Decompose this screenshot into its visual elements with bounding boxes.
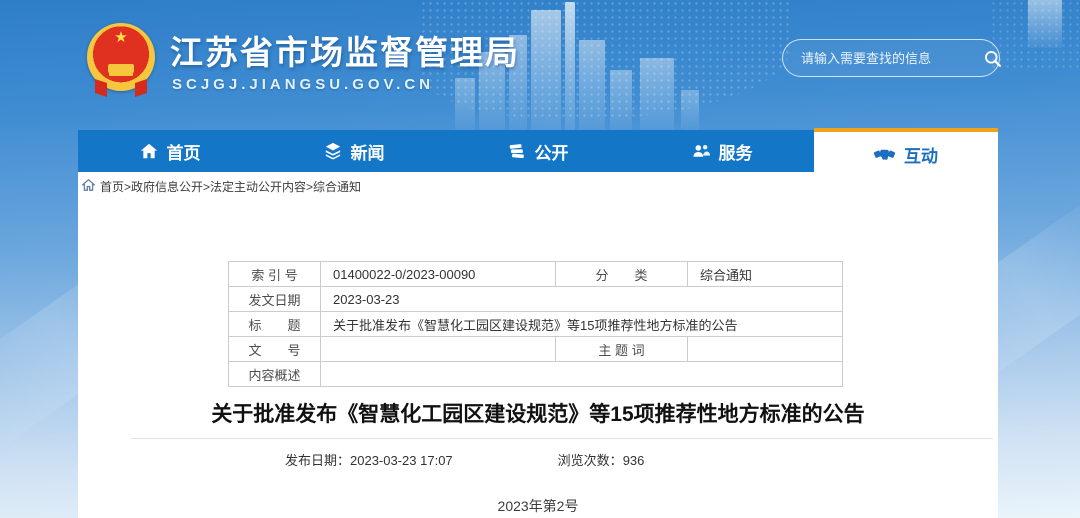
main-navbar: 首页 新闻 公开 (78, 130, 998, 172)
search-box[interactable] (782, 39, 1000, 77)
national-emblem: ★ (87, 23, 155, 91)
service-icon (692, 142, 710, 160)
subject-label: 主 题 词 (556, 337, 688, 362)
breadcrumb[interactable]: 首页>政府信息公开>法定主动公开内容>综合通知 (78, 172, 998, 199)
handshake-icon (874, 146, 895, 162)
table-row: 索 引 号 01400022-0/2023-00090 分 类 综合通知 (229, 262, 843, 287)
index-label: 索 引 号 (229, 262, 321, 287)
nav-item-disclosure[interactable]: 公开 (446, 130, 630, 172)
title-value: 关于批准发布《智慧化工园区建设规范》等15项推荐性地方标准的公告 (321, 312, 843, 337)
nav-item-label: 互动 (904, 142, 938, 167)
breadcrumb-home-icon (82, 179, 95, 194)
table-row: 内容概述 (229, 362, 843, 387)
publish-date: 发布日期：2023-03-23 17:07 (285, 450, 453, 469)
search-icon[interactable] (983, 41, 1002, 75)
site-title: 江苏省市场监督管理局 (170, 26, 520, 74)
view-count-label: 浏览次数： (558, 453, 623, 468)
search-input[interactable] (783, 51, 983, 66)
breadcrumb-text: 首页>政府信息公开>法定主动公开内容>综合通知 (100, 178, 361, 195)
nav-item-label: 新闻 (351, 139, 385, 164)
home-icon (140, 142, 158, 160)
document-info-table: 索 引 号 01400022-0/2023-00090 分 类 综合通知 发文日… (228, 261, 843, 387)
subject-value (688, 337, 843, 362)
view-count-value: 936 (623, 453, 645, 468)
category-label: 分 类 (556, 262, 688, 287)
nav-item-service[interactable]: 服务 (630, 130, 814, 172)
disclosure-icon (508, 142, 526, 160)
table-row: 标 题 关于批准发布《智慧化工园区建设规范》等15项推荐性地方标准的公告 (229, 312, 843, 337)
publish-date-label: 发布日期： (285, 453, 350, 468)
table-row: 文 号 主 题 词 (229, 337, 843, 362)
publish-date-value: 2023-03-23 17:07 (350, 453, 453, 468)
nav-item-label: 公开 (535, 139, 569, 164)
category-value: 综合通知 (688, 262, 843, 287)
nav-item-label: 首页 (167, 139, 201, 164)
nav-item-interaction[interactable]: 互动 (814, 128, 998, 176)
background-building-right (1028, 0, 1062, 48)
summary-label: 内容概述 (229, 362, 321, 387)
title-label: 标 题 (229, 312, 321, 337)
document-number: 2023年第2号 (78, 496, 998, 516)
content-area: 首页>政府信息公开>法定主动公开内容>综合通知 索 引 号 01400022-0… (78, 172, 998, 518)
article-meta: 发布日期：2023-03-23 17:07 浏览次数：936 (78, 450, 998, 469)
view-count: 浏览次数：936 (558, 450, 645, 469)
article-title: 关于批准发布《智慧化工园区建设规范》等15项推荐性地方标准的公告 (78, 398, 998, 428)
nav-item-home[interactable]: 首页 (78, 130, 262, 172)
nav-item-label: 服务 (719, 139, 753, 164)
table-row: 发文日期 2023-03-23 (229, 287, 843, 312)
nav-item-news[interactable]: 新闻 (262, 130, 446, 172)
summary-value (321, 362, 843, 387)
dot-map-pattern-right (990, 0, 1080, 70)
news-icon (324, 142, 342, 160)
doc-no-value (321, 337, 556, 362)
site-domain: SCJGJ.JIANGSU.GOV.CN (172, 76, 434, 93)
issue-date-label: 发文日期 (229, 287, 321, 312)
issue-date-value: 2023-03-23 (321, 287, 843, 312)
doc-no-label: 文 号 (229, 337, 321, 362)
index-value: 01400022-0/2023-00090 (321, 262, 556, 287)
title-divider (131, 438, 993, 439)
